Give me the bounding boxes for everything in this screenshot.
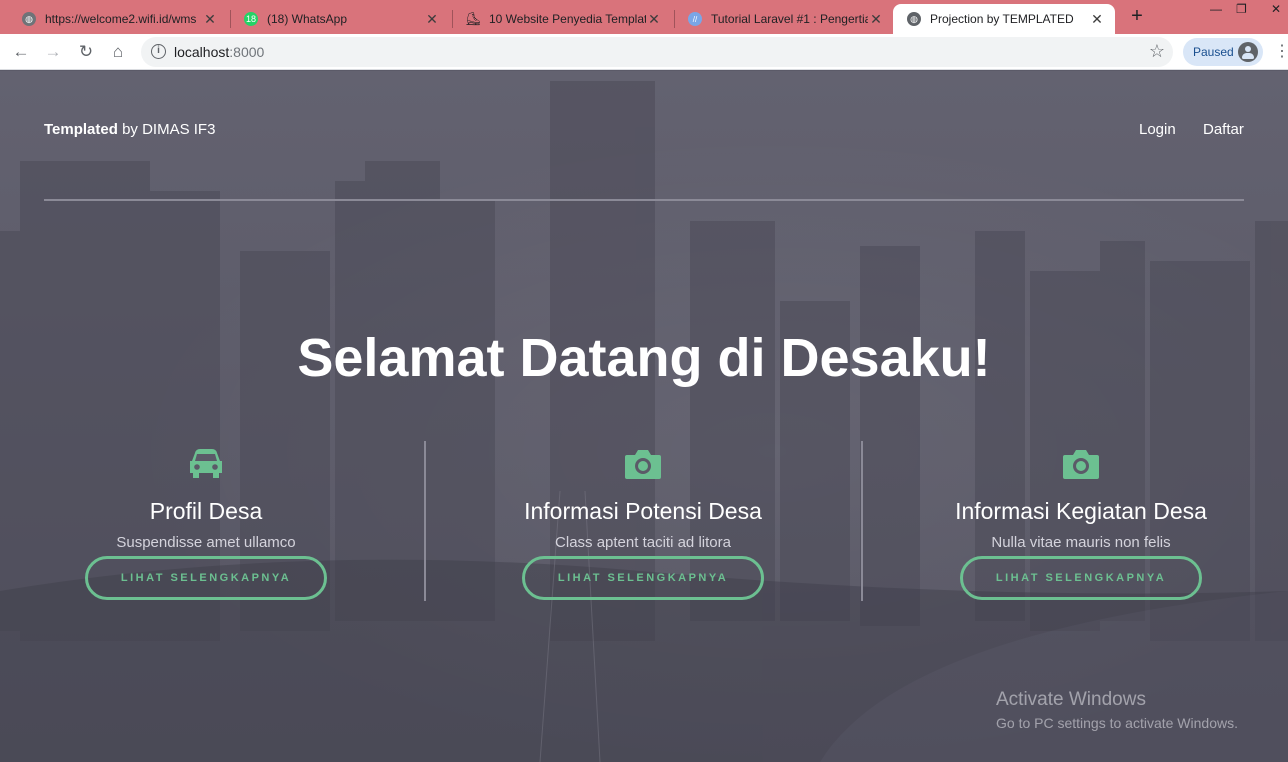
site-info-icon[interactable]: i (151, 44, 166, 59)
new-tab-button[interactable]: + (1126, 5, 1148, 27)
browser-tab[interactable]: 18 (18) WhatsApp ✕ (222, 4, 450, 34)
close-tab-icon[interactable]: ✕ (646, 11, 662, 28)
profile-button[interactable]: Paused (1183, 38, 1263, 66)
site-icon: ⛸ (464, 11, 482, 26)
browser-tab[interactable]: ⛸ 10 Website Penyedia Templat ✕ (444, 4, 672, 34)
windows-activation-watermark: Activate Windows Go to PC settings to ac… (996, 689, 1238, 731)
close-tab-icon[interactable]: ✕ (1089, 11, 1105, 28)
tab-title: Projection by TEMPLATED (930, 12, 1074, 26)
site-brand[interactable]: Templated by DIMAS IF3 (44, 121, 215, 138)
close-tab-icon[interactable]: ✕ (868, 11, 884, 28)
feature-profil-desa: Profil Desa Suspendisse amet ullamco LIH… (0, 441, 416, 601)
feature-text: Class aptent taciti ad litora (555, 534, 731, 551)
feature-text: Suspendisse amet ullamco (116, 534, 296, 551)
browser-tab-active[interactable]: ◍ Projection by TEMPLATED ✕ (893, 4, 1115, 34)
whatsapp-icon: 18 (244, 12, 258, 26)
code-icon: // (688, 12, 702, 26)
camera-icon (625, 450, 661, 479)
globe-icon: ◍ (22, 12, 36, 26)
globe-icon: ◍ (907, 12, 921, 26)
browser-tab[interactable]: // Tutorial Laravel #1 : Pengertia ✕ (666, 4, 894, 34)
tab-title: Tutorial Laravel #1 : Pengertia (711, 12, 868, 26)
hero-title: Selamat Datang di Desaku! (297, 328, 991, 388)
address-bar[interactable]: i localhost:8000 ☆ (141, 37, 1173, 67)
browser-tab-strip: ◍ https://welcome2.wifi.id/wms ✕ 18 (18)… (0, 0, 1288, 34)
camera-icon (1063, 450, 1099, 479)
feature-potensi-desa: Informasi Potensi Desa Class aptent taci… (433, 441, 853, 601)
header-divider (44, 199, 1244, 201)
tab-title: https://welcome2.wifi.id/wms (45, 12, 197, 26)
back-icon[interactable]: ← (9, 40, 33, 64)
nav-daftar-link[interactable]: Daftar (1203, 121, 1244, 138)
car-icon (190, 449, 222, 478)
feature-title: Informasi Kegiatan Desa (955, 498, 1207, 524)
restore-button[interactable]: ❐ (1236, 2, 1247, 16)
bookmark-star-icon[interactable]: ☆ (1149, 41, 1165, 62)
feature-text: Nulla vitae mauris non felis (991, 534, 1171, 551)
browser-menu-icon[interactable]: ⋮ (1274, 42, 1288, 62)
browser-tab[interactable]: ◍ https://welcome2.wifi.id/wms ✕ (0, 4, 228, 34)
address-url: localhost:8000 (174, 44, 265, 60)
page-hero-section: Templated by DIMAS IF3 Login Daftar Sela… (0, 71, 1288, 762)
close-tab-icon[interactable]: ✕ (202, 11, 218, 28)
profile-status-label: Paused (1193, 45, 1234, 59)
reload-icon[interactable]: ↻ (74, 40, 98, 64)
tab-title: (18) WhatsApp (267, 12, 348, 26)
feature-title: Informasi Potensi Desa (524, 498, 762, 524)
window-close-button[interactable]: ✕ (1271, 2, 1281, 16)
feature-divider (861, 441, 863, 601)
nav-login-link[interactable]: Login (1139, 121, 1176, 138)
city-background-image (0, 81, 1288, 762)
home-icon[interactable]: ⌂ (106, 40, 130, 64)
feature-divider (424, 441, 426, 601)
lihat-selengkapnya-button[interactable]: LIHAT SELENGKAPNYA (522, 556, 764, 600)
close-tab-icon[interactable]: ✕ (424, 11, 440, 28)
avatar-icon (1238, 42, 1258, 62)
lihat-selengkapnya-button[interactable]: LIHAT SELENGKAPNYA (960, 556, 1202, 600)
tab-title: 10 Website Penyedia Templat (489, 12, 646, 26)
minimize-button[interactable]: — (1210, 2, 1222, 16)
forward-icon[interactable]: → (41, 40, 65, 64)
lihat-selengkapnya-button[interactable]: LIHAT SELENGKAPNYA (85, 556, 327, 600)
browser-toolbar: ← → ↻ ⌂ i localhost:8000 ☆ Paused ⋮ (0, 34, 1288, 70)
feature-title: Profil Desa (149, 498, 263, 524)
feature-kegiatan-desa: Informasi Kegiatan Desa Nulla vitae maur… (871, 441, 1288, 601)
